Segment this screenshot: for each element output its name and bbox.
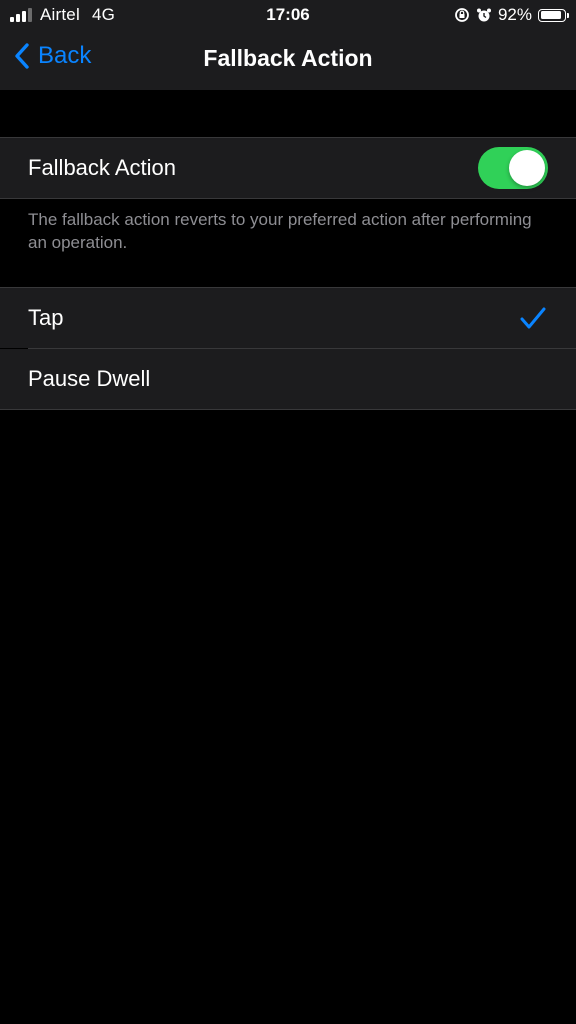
group-separator-bottom <box>0 198 576 199</box>
fallback-action-label: Fallback Action <box>28 155 176 180</box>
toggle-knob <box>509 150 545 186</box>
options-separator-bottom <box>0 409 576 410</box>
status-bar: Airtel 4G 17:06 92% <box>0 0 576 30</box>
fallback-action-cell: Fallback Action <box>0 138 576 198</box>
option-row-tap[interactable]: Tap <box>0 288 576 348</box>
battery-icon <box>538 8 569 22</box>
fallback-action-toggle[interactable] <box>478 147 548 189</box>
rotation-lock-icon <box>455 8 469 22</box>
option-label-pause-dwell: Pause Dwell <box>28 366 151 391</box>
page-title: Fallback Action <box>203 45 373 71</box>
checkmark-icon <box>520 307 546 329</box>
option-label-tap: Tap <box>28 305 64 330</box>
alarm-icon <box>476 8 491 22</box>
battery-percent: 92% <box>497 5 532 24</box>
option-row-pause-dwell[interactable]: Pause Dwell <box>0 349 576 409</box>
fallback-description: The fallback action reverts to your pref… <box>28 210 532 252</box>
battery-fill <box>540 11 561 19</box>
status-right: 92% <box>454 5 569 25</box>
navigation-bar: Back Fallback Action <box>0 30 576 90</box>
